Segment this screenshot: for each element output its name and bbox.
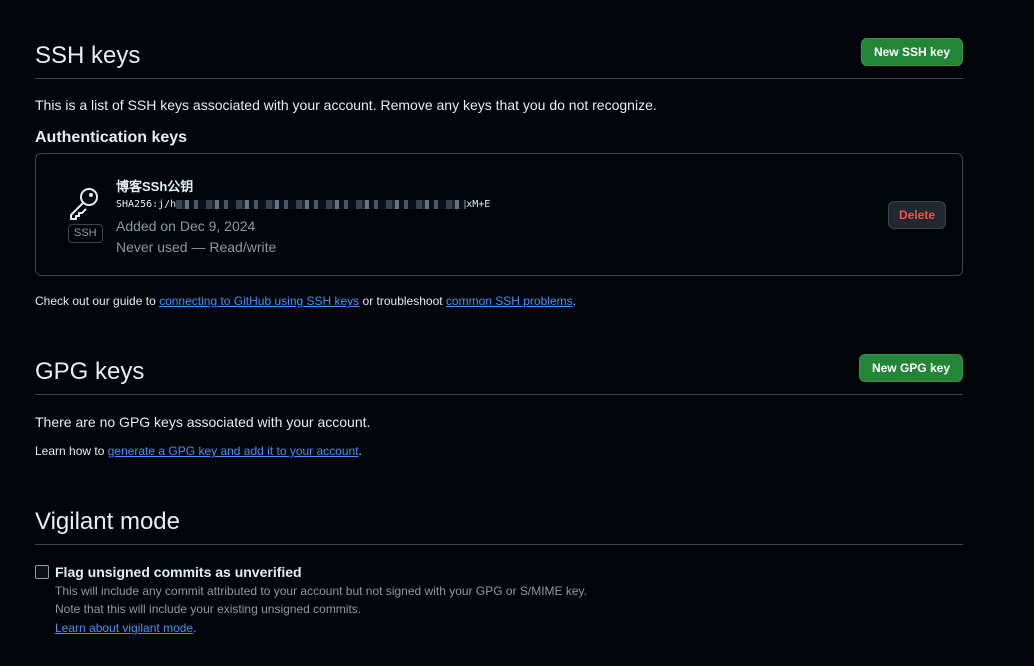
new-gpg-key-button[interactable]: New GPG key (858, 354, 963, 382)
vigilant-note-1: This will include any commit attributed … (55, 584, 588, 598)
vigilant-note-2: Note that this will include your existin… (55, 602, 362, 616)
ssh-guide-suffix: . (572, 294, 576, 308)
ssh-key-item: SSH 博客SSh公钥 SHA256:j/h xM+E Added on Dec … (35, 153, 963, 276)
authentication-keys-heading: Authentication keys (35, 129, 188, 146)
delete-ssh-key-button[interactable]: Delete (887, 201, 946, 229)
fingerprint-prefix: SHA256:j/h (116, 199, 177, 210)
ssh-guide-text: Check out our guide to connecting to Git… (35, 294, 576, 308)
ssh-guide-prefix: Check out our guide to (35, 294, 160, 308)
key-icon (70, 188, 98, 220)
ssh-key-fingerprint: SHA256:j/h xM+E (116, 199, 490, 210)
vigilant-learn-text: Learn about vigilant mode. (55, 621, 196, 635)
vigilant-section-title: Vigilant mode (35, 508, 180, 535)
ssh-type-badge: SSH (68, 224, 103, 243)
redacted-fingerprint (176, 199, 467, 209)
ssh-key-usage: Never used — Read/write (116, 239, 277, 255)
gpg-learn-prefix: Learn how to (35, 444, 108, 458)
vigilant-section-header: Vigilant mode (35, 504, 963, 545)
ssh-guide-middle: or troubleshoot (359, 294, 446, 308)
vigilant-learn-link[interactable]: Learn about vigilant mode (55, 621, 193, 635)
gpg-section-title: GPG keys (35, 358, 145, 385)
fingerprint-suffix: xM+E (466, 199, 491, 210)
vigilant-checkbox-label[interactable]: Flag unsigned commits as unverified (55, 564, 302, 580)
vigilant-mode-checkbox[interactable] (35, 565, 49, 579)
ssh-troubleshoot-link[interactable]: common SSH problems (446, 294, 573, 308)
gpg-learn-text: Learn how to generate a GPG key and add … (35, 444, 362, 458)
ssh-key-name: 博客SSh公钥 (116, 179, 194, 194)
gpg-empty-message: There are no GPG keys associated with yo… (35, 414, 371, 430)
vigilant-learn-suffix: . (193, 621, 197, 635)
gpg-generate-link[interactable]: generate a GPG key and add it to your ac… (108, 444, 359, 458)
gpg-learn-suffix: . (358, 444, 362, 458)
new-ssh-key-button[interactable]: New SSH key (860, 38, 963, 66)
gpg-section-header: GPG keys New GPG key (35, 354, 963, 395)
ssh-key-added-date: Added on Dec 9, 2024 (116, 218, 256, 234)
ssh-section-title: SSH keys (35, 42, 141, 69)
ssh-guide-connecting-link[interactable]: connecting to GitHub using SSH keys (159, 294, 359, 308)
ssh-description: This is a list of SSH keys associated wi… (35, 97, 657, 113)
ssh-section-header: SSH keys New SSH key (35, 38, 963, 79)
